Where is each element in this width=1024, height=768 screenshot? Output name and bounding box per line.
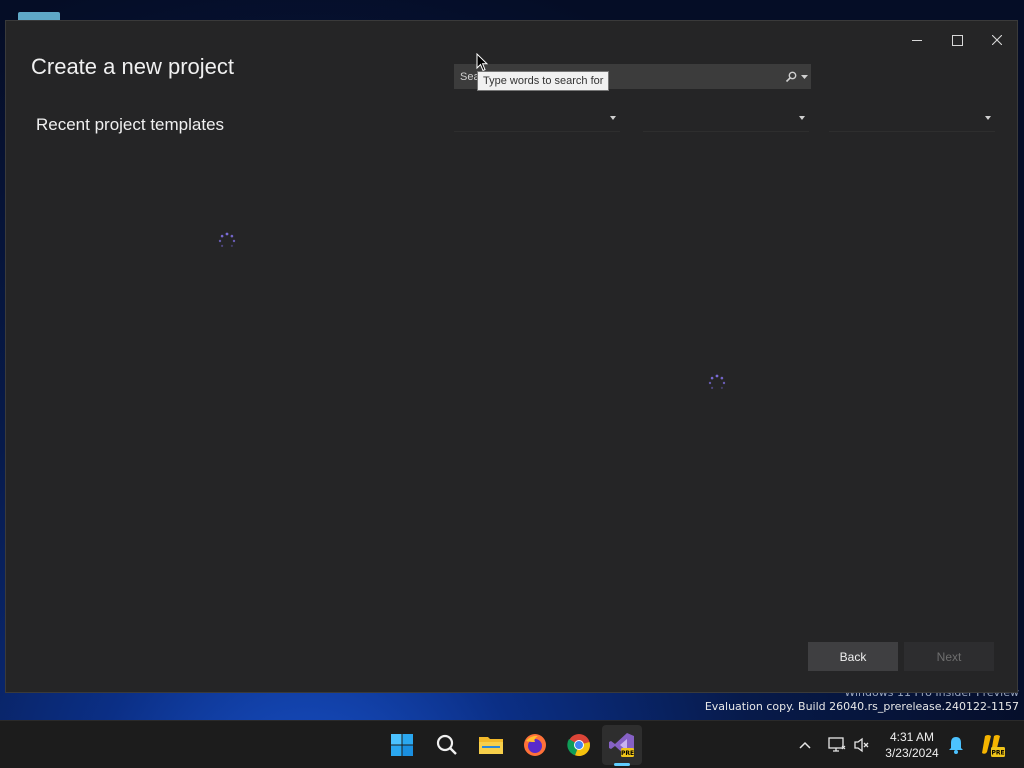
recent-templates-loading-spinner xyxy=(218,232,236,247)
taskbar-search-button[interactable] xyxy=(431,729,463,761)
template-list-loading-spinner xyxy=(708,374,726,389)
chrome-button[interactable] xyxy=(563,729,595,761)
start-icon xyxy=(391,734,413,756)
platform-filter-dropdown[interactable] xyxy=(643,111,809,132)
close-icon xyxy=(992,35,1002,45)
recent-templates-heading: Recent project templates xyxy=(36,115,225,134)
maximize-icon xyxy=(951,34,963,46)
chevron-down-icon xyxy=(800,74,808,79)
chevron-down-icon xyxy=(799,116,805,120)
file-explorer-button[interactable] xyxy=(475,729,507,761)
search-tooltip: Type words to search for xyxy=(477,71,610,91)
firefox-icon xyxy=(524,734,546,756)
volume-muted-icon xyxy=(854,737,869,753)
visual-studio-preview-button[interactable]: PRE xyxy=(606,729,638,761)
start-button[interactable] xyxy=(386,729,418,761)
active-app-indicator xyxy=(614,763,630,766)
taskbar: PRE 4:31 AM 3/23/2024 PRE xyxy=(0,720,1024,768)
clock-time: 4:31 AM xyxy=(889,730,935,744)
file-explorer-icon xyxy=(479,737,503,754)
mouse-cursor-icon xyxy=(476,53,488,72)
minimize-button[interactable] xyxy=(897,27,937,53)
firefox-button[interactable] xyxy=(519,729,551,761)
copilot-pre-icon: PRE xyxy=(982,735,1005,757)
close-button[interactable] xyxy=(977,27,1017,53)
network-icon xyxy=(828,737,846,752)
chevron-down-icon xyxy=(610,116,616,120)
project-type-filter-dropdown[interactable] xyxy=(829,111,995,132)
visual-studio-preview-icon: PRE xyxy=(609,733,634,757)
minimize-icon xyxy=(912,39,922,41)
volume-button[interactable] xyxy=(852,735,872,755)
maximize-button[interactable] xyxy=(937,27,977,53)
search-options-button[interactable] xyxy=(782,65,810,88)
copilot-button[interactable]: PRE xyxy=(980,732,1006,758)
search-icon xyxy=(785,71,796,82)
taskbar-clock[interactable]: 4:31 AM 3/23/2024 xyxy=(880,729,944,761)
next-button[interactable]: Next xyxy=(904,642,994,671)
page-title: Create a new project xyxy=(31,54,234,79)
language-filter-dropdown[interactable] xyxy=(454,111,620,132)
notification-bell-icon xyxy=(949,737,963,754)
clock-date: 3/23/2024 xyxy=(885,746,939,760)
new-project-dialog: Create a new project Recent project temp… xyxy=(5,20,1018,693)
watermark-line-2: Evaluation copy. Build 26040.rs_prerelea… xyxy=(704,700,1019,713)
svg-text:PRE: PRE xyxy=(991,750,1004,757)
network-button[interactable] xyxy=(827,735,847,755)
notifications-button[interactable] xyxy=(946,735,966,755)
search-icon xyxy=(436,734,457,755)
background-window-edge xyxy=(18,12,60,20)
svg-text:PRE: PRE xyxy=(621,750,634,757)
back-button[interactable]: Back xyxy=(808,642,898,671)
chevron-up-icon xyxy=(799,741,811,749)
chevron-down-icon xyxy=(985,116,991,120)
chrome-icon xyxy=(567,734,590,757)
show-hidden-icons-button[interactable] xyxy=(795,735,815,755)
